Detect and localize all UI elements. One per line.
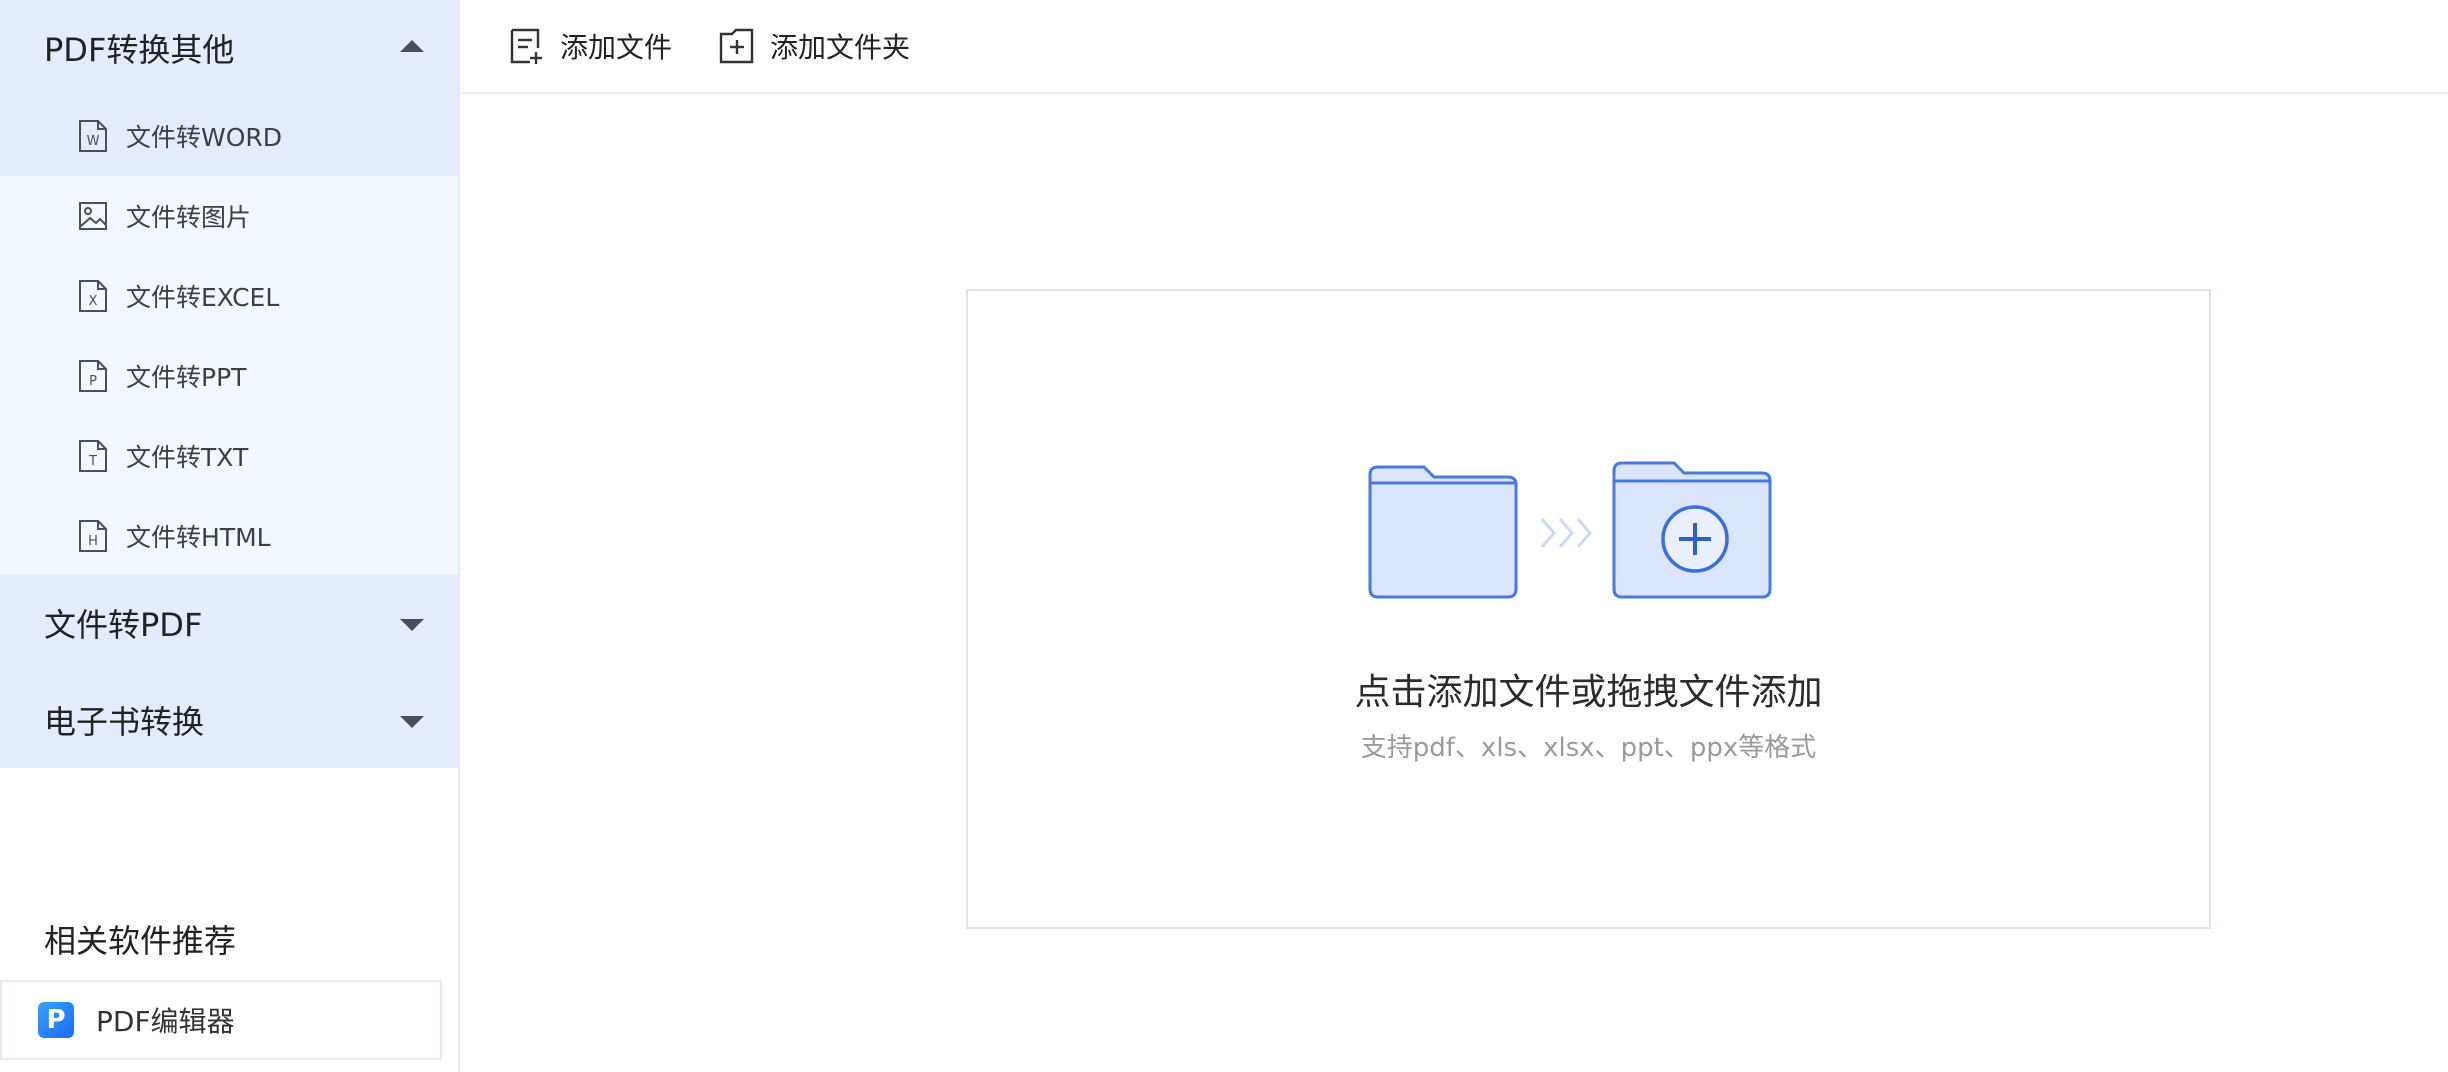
caret-down-icon	[400, 716, 424, 728]
sidebar-item-label: 文件转图片	[126, 203, 252, 232]
add-folder-label: 添加文件夹	[770, 31, 911, 64]
sidebar-group-label: 电子书转换	[44, 703, 205, 741]
sidebar-item-label: 文件转WORD	[126, 123, 283, 152]
file-letter: H	[88, 534, 98, 549]
drop-zone-subtitle: 支持pdf、xls、xlsx、ppt、ppx等格式	[1360, 733, 1817, 763]
app-window: PDF转换其他 W 文件转WORD 文件转图片 X 文件转EXCEL P 文件转…	[0, 0, 2448, 1072]
sidebar-group-ebook-convert[interactable]: 电子书转换	[0, 672, 458, 768]
file-letter: P	[89, 374, 97, 389]
file-drop-zone[interactable]: 点击添加文件或拖拽文件添加 支持pdf、xls、xlsx、ppt、ppx等格式	[966, 289, 2211, 929]
sidebar-item-to-txt[interactable]: T 文件转TXT	[0, 416, 458, 496]
sidebar-group-label: 文件转PDF	[44, 606, 203, 644]
file-letter: W	[87, 134, 100, 149]
sidebar-group-pdf-to-other[interactable]: PDF转换其他	[0, 0, 458, 96]
sidebar-group-label: PDF转换其他	[44, 31, 235, 69]
txt-file-icon: T	[79, 440, 107, 472]
chevrons-right-icon	[1540, 518, 1592, 548]
html-file-icon: H	[79, 520, 107, 552]
folder-icon	[1368, 465, 1518, 599]
add-folder-button[interactable]: 添加文件夹	[718, 26, 910, 66]
sidebar-item-label: 文件转TXT	[126, 443, 249, 472]
sidebar-item-to-ppt[interactable]: P 文件转PPT	[0, 336, 458, 416]
caret-up-icon	[400, 40, 424, 52]
sidebar-item-label: 文件转EXCEL	[126, 283, 280, 312]
add-folder-icon	[719, 28, 754, 64]
recommend-item-pdf-editor[interactable]: P PDF编辑器	[0, 980, 442, 1060]
sidebar: PDF转换其他 W 文件转WORD 文件转图片 X 文件转EXCEL P 文件转…	[0, 0, 460, 1072]
excel-file-icon: X	[79, 280, 107, 312]
recommend-item-label: PDF编辑器	[96, 1005, 235, 1038]
sidebar-group-file-to-pdf[interactable]: 文件转PDF	[0, 574, 458, 672]
caret-down-icon	[400, 619, 424, 631]
pdf-editor-logo-icon: P	[38, 1002, 74, 1038]
sidebar-item-to-html[interactable]: H 文件转HTML	[0, 496, 458, 576]
add-file-icon	[510, 28, 542, 64]
image-file-icon	[79, 202, 107, 230]
recommend-title: 相关软件推荐	[44, 922, 237, 960]
sidebar-submenu: W 文件转WORD 文件转图片 X 文件转EXCEL P 文件转PPT T 文件…	[0, 96, 458, 574]
folder-transfer-illustration	[1368, 461, 1772, 599]
sidebar-item-to-word[interactable]: W 文件转WORD	[0, 96, 458, 176]
toolbar: 添加文件 添加文件夹	[462, 0, 2448, 94]
file-letter: T	[88, 454, 97, 469]
folder-add-icon	[1612, 461, 1772, 599]
drop-zone-title: 点击添加文件或拖拽文件添加	[1354, 672, 1823, 713]
add-file-label: 添加文件	[560, 31, 673, 64]
sidebar-item-to-excel[interactable]: X 文件转EXCEL	[0, 256, 458, 336]
sidebar-item-label: 文件转HTML	[126, 523, 271, 552]
word-file-icon: W	[79, 120, 107, 152]
sidebar-item-to-image[interactable]: 文件转图片	[0, 176, 458, 256]
ppt-file-icon: P	[79, 360, 107, 392]
add-file-button[interactable]: 添加文件	[508, 26, 672, 66]
file-letter: X	[89, 294, 98, 309]
sidebar-item-label: 文件转PPT	[126, 363, 247, 392]
